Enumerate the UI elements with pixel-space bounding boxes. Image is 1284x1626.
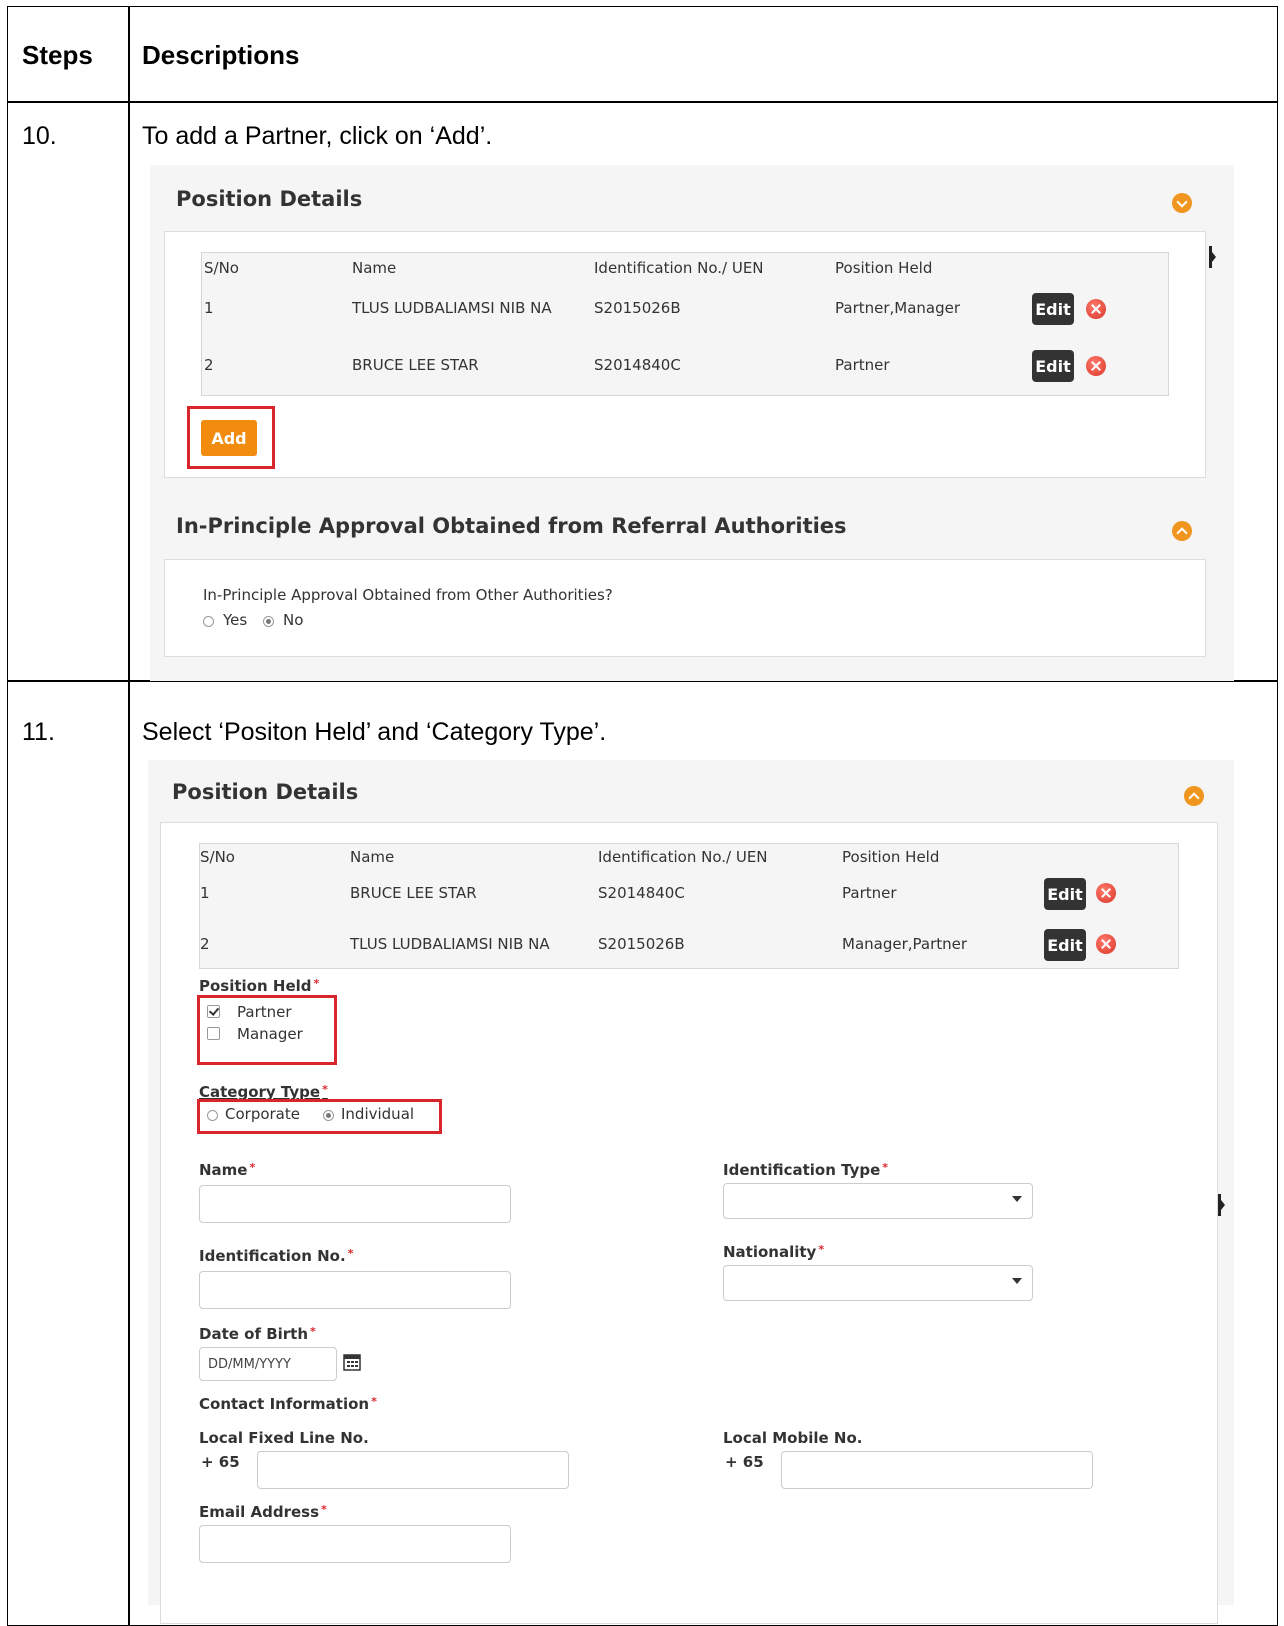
identification-no-input[interactable] [199, 1271, 511, 1309]
column-header: Identification No./ UEN [594, 259, 764, 277]
position-held-label: Position Held * [199, 977, 320, 995]
descriptions-header: Descriptions [142, 40, 300, 70]
column-header: Position Held [835, 259, 933, 277]
country-code: + 65 [725, 1453, 764, 1471]
local-mobile-label: Local Mobile No. [723, 1429, 863, 1447]
step-number: 11. [22, 718, 55, 746]
edit-button[interactable]: Edit [1032, 293, 1074, 325]
delete-icon[interactable] [1096, 883, 1116, 903]
date-of-birth-label: Date of Birth * [199, 1325, 316, 1343]
table-column-divider [128, 6, 130, 1626]
row-name: TLUS LUDBALIAMSI NIB NA [352, 299, 552, 317]
row-name: BRUCE LEE STAR [350, 884, 477, 902]
edit-button[interactable]: Edit [1032, 350, 1074, 382]
scroll-handle[interactable] [1209, 246, 1216, 268]
position-details-card: S/No Name Identification No./ UEN Positi… [164, 231, 1206, 478]
name-input[interactable] [199, 1185, 511, 1223]
local-mobile-input[interactable] [781, 1451, 1093, 1489]
nationality-select[interactable] [723, 1265, 1033, 1301]
country-code: + 65 [201, 1453, 240, 1471]
approval-card: In-Principle Approval Obtained from Othe… [164, 559, 1206, 657]
highlight-box [187, 406, 275, 469]
screenshot-step-10: Position Details S/No Name Identificatio… [150, 165, 1234, 681]
row-sno: 2 [200, 935, 210, 953]
row-sno: 2 [204, 356, 214, 374]
chevron-down-icon [1012, 1278, 1022, 1284]
column-header: Position Held [842, 848, 940, 866]
highlight-box [197, 995, 337, 1065]
highlight-box [197, 1099, 442, 1134]
date-of-birth-input[interactable]: DD/MM/YYYY [199, 1347, 337, 1381]
column-header: Identification No./ UEN [598, 848, 768, 866]
section-title-approval: In-Principle Approval Obtained from Refe… [176, 514, 847, 538]
row-id: S2014840C [594, 356, 681, 374]
section-title-position-details: Position Details [176, 187, 363, 211]
no-label: No [283, 611, 304, 629]
collapse-icon[interactable] [1184, 786, 1204, 806]
contact-information-label: Contact Information * [199, 1395, 377, 1413]
step-description: Select ‘Positon Held’ and ‘Category Type… [142, 718, 607, 746]
position-table: S/No Name Identification No./ UEN Positi… [201, 252, 1169, 396]
date-placeholder: DD/MM/YYYY [208, 1357, 291, 1372]
table-header-divider [7, 101, 1278, 103]
position-form-card: S/No Name Identification No./ UEN Positi… [160, 822, 1218, 1624]
row-name: BRUCE LEE STAR [352, 356, 479, 374]
row-position: Manager,Partner [842, 935, 968, 953]
steps-header: Steps [22, 40, 93, 70]
identification-type-label: Identification Type * [723, 1161, 889, 1179]
row-sno: 1 [200, 884, 210, 902]
section-title-position-details: Position Details [172, 780, 359, 804]
identification-no-label: Identification No. * [199, 1247, 354, 1265]
calendar-icon[interactable] [343, 1353, 361, 1371]
screenshot-step-11: Position Details S/No Name Identificatio… [148, 760, 1234, 1624]
delete-icon[interactable] [1086, 299, 1106, 319]
edit-button[interactable]: Edit [1044, 878, 1086, 910]
collapse-icon[interactable] [1172, 521, 1192, 541]
row-name: TLUS LUDBALIAMSI NIB NA [350, 935, 550, 953]
column-header: Name [350, 848, 395, 866]
scroll-handle[interactable] [1218, 1194, 1225, 1216]
row-id: S2015026B [594, 299, 681, 317]
delete-icon[interactable] [1096, 934, 1116, 954]
row-sno: 1 [204, 299, 214, 317]
step-description: To add a Partner, click on ‘Add’. [142, 122, 493, 150]
email-address-label: Email Address * [199, 1503, 327, 1521]
edit-button[interactable]: Edit [1044, 929, 1086, 961]
chevron-down-icon [1012, 1196, 1022, 1202]
column-header: S/No [204, 259, 239, 277]
no-radio[interactable] [263, 616, 274, 627]
delete-icon[interactable] [1086, 356, 1106, 376]
column-header: Name [352, 259, 397, 277]
email-address-input[interactable] [199, 1525, 511, 1563]
local-fixed-line-label: Local Fixed Line No. [199, 1429, 369, 1447]
row-position: Partner [842, 884, 897, 902]
name-label: Name * [199, 1161, 256, 1179]
column-header: S/No [200, 848, 235, 866]
identification-type-select[interactable] [723, 1183, 1033, 1219]
local-fixed-line-input[interactable] [257, 1451, 569, 1489]
row-position: Partner [835, 356, 890, 374]
step-number: 10. [22, 122, 57, 150]
nationality-label: Nationality * [723, 1243, 825, 1261]
position-table: S/No Name Identification No./ UEN Positi… [199, 843, 1179, 969]
approval-question: In-Principle Approval Obtained from Othe… [203, 586, 613, 604]
collapse-icon[interactable] [1172, 193, 1192, 213]
row-id: S2015026B [598, 935, 685, 953]
row-position: Partner,Manager [835, 299, 961, 317]
row-id: S2014840C [598, 884, 685, 902]
yes-label: Yes [223, 611, 248, 629]
yes-radio[interactable] [203, 616, 214, 627]
